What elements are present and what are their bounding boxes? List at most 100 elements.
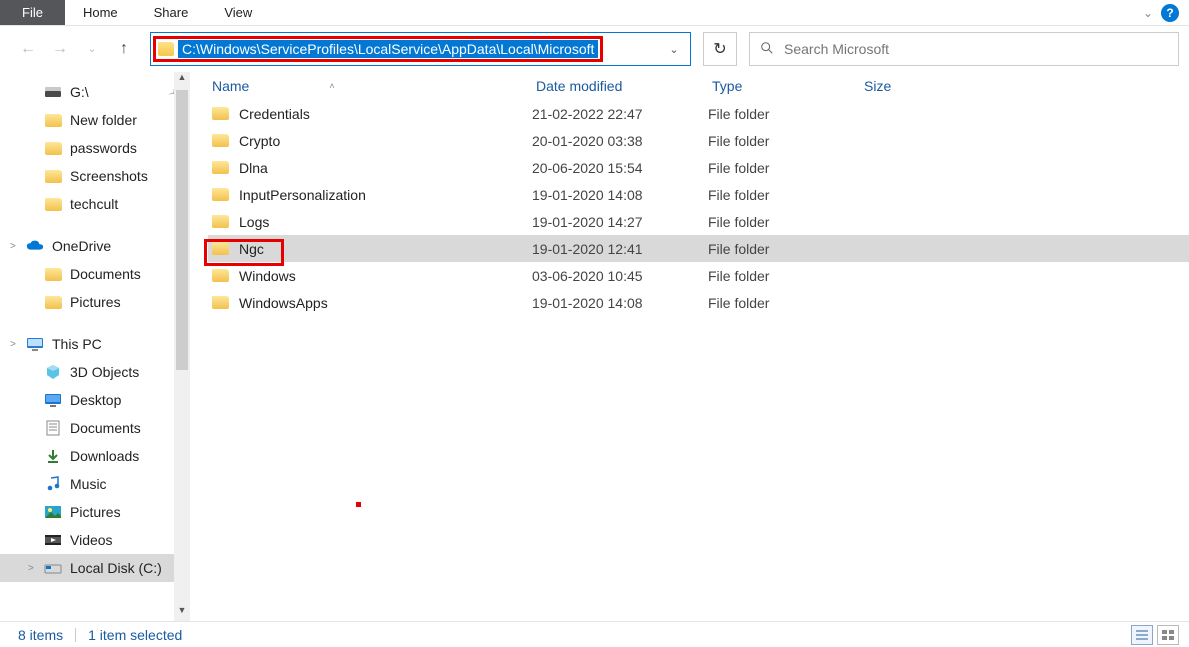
tree-item-label: Documents: [70, 420, 141, 436]
tree-item-od-documents[interactable]: Documents: [0, 260, 190, 288]
folder-icon: [212, 269, 229, 282]
column-type[interactable]: Type: [712, 72, 864, 100]
view-details-button[interactable]: [1131, 625, 1153, 645]
tree-item-onedrive[interactable]: > OneDrive: [0, 232, 190, 260]
column-date[interactable]: Date modified: [536, 72, 712, 100]
file-row[interactable]: Dlna20-06-2020 15:54File folder: [208, 154, 1189, 181]
column-size[interactable]: Size: [864, 72, 957, 100]
file-list-pane[interactable]: Name ˄ Date modified Type Size Credentia…: [190, 72, 1189, 621]
file-date-label: 19-01-2020 14:08: [532, 295, 708, 311]
file-row[interactable]: Ngc19-01-2020 12:41File folder: [208, 235, 1189, 262]
column-headers[interactable]: Name ˄ Date modified Type Size: [190, 72, 1189, 100]
file-name-label: Ngc: [239, 241, 264, 257]
view-largeicons-button[interactable]: [1157, 625, 1179, 645]
tree-item-documents[interactable]: Documents: [0, 414, 190, 442]
address-highlight-annotation: C:\Windows\ServiceProfiles\LocalService\…: [153, 36, 603, 62]
tree-item-music[interactable]: Music: [0, 470, 190, 498]
file-row-name-cell: Dlna: [208, 160, 532, 176]
desktop-icon: [44, 392, 62, 408]
file-row[interactable]: Credentials21-02-2022 22:47File folder: [208, 100, 1189, 127]
tree-item-passwords[interactable]: passwords: [0, 134, 190, 162]
tree-item-desktop[interactable]: Desktop: [0, 386, 190, 414]
tree-item-videos[interactable]: Videos: [0, 526, 190, 554]
status-separator: [75, 628, 76, 642]
drive-icon: [44, 84, 62, 100]
navigation-tree[interactable]: G:\ 📌 New folder passwords Screenshots t…: [0, 72, 190, 621]
nav-forward-button[interactable]: →: [46, 35, 74, 63]
file-type-label: File folder: [708, 160, 860, 176]
tree-item-label: Videos: [70, 532, 113, 548]
chevron-right-icon[interactable]: >: [10, 339, 16, 350]
tree-item-g-drive[interactable]: G:\ 📌: [0, 78, 190, 106]
search-icon: [760, 41, 774, 58]
search-box[interactable]: [749, 32, 1179, 66]
refresh-button[interactable]: ↻: [703, 32, 737, 66]
tree-item-thispc[interactable]: > This PC: [0, 330, 190, 358]
localdisk-icon: [44, 560, 62, 576]
file-row-name-cell: InputPersonalization: [208, 187, 532, 203]
chevron-right-icon[interactable]: >: [28, 563, 34, 574]
ribbon-file-tab[interactable]: File: [0, 0, 65, 25]
file-type-label: File folder: [708, 214, 860, 230]
tree-item-label: Downloads: [70, 448, 139, 464]
status-selection: 1 item selected: [88, 627, 182, 643]
scroll-down-icon[interactable]: ▼: [174, 605, 190, 621]
onedrive-icon: [26, 238, 44, 254]
file-row-name-cell: Ngc: [208, 241, 532, 257]
nav-recent-dropdown[interactable]: ⌄: [78, 35, 106, 63]
address-folder-icon: [158, 42, 174, 56]
file-name-label: Logs: [239, 214, 269, 230]
tree-item-newfolder[interactable]: New folder: [0, 106, 190, 134]
file-name-label: InputPersonalization: [239, 187, 366, 203]
file-row[interactable]: Windows03-06-2020 10:45File folder: [208, 262, 1189, 289]
tree-item-label: Desktop: [70, 392, 121, 408]
file-type-label: File folder: [708, 295, 860, 311]
tree-item-label: Pictures: [70, 294, 121, 310]
file-name-label: Crypto: [239, 133, 280, 149]
folder-icon: [44, 196, 62, 212]
tree-item-od-pictures[interactable]: Pictures: [0, 288, 190, 316]
ribbon-expand-icon[interactable]: ⌄: [1143, 6, 1153, 20]
scroll-up-icon[interactable]: ▲: [174, 72, 190, 88]
videos-icon: [44, 532, 62, 548]
tree-item-screenshots[interactable]: Screenshots: [0, 162, 190, 190]
help-icon[interactable]: ?: [1161, 4, 1179, 22]
column-name[interactable]: Name ˄: [212, 72, 536, 100]
file-date-label: 19-01-2020 14:27: [532, 214, 708, 230]
tree-item-label: New folder: [70, 112, 137, 128]
nav-up-button[interactable]: ↑: [110, 35, 138, 63]
folder-icon: [44, 140, 62, 156]
tree-item-label: Music: [70, 476, 107, 492]
ribbon-tab-view[interactable]: View: [206, 0, 270, 25]
tree-item-3dobjects[interactable]: 3D Objects: [0, 358, 190, 386]
nav-back-button[interactable]: ←: [14, 35, 42, 63]
file-row[interactable]: InputPersonalization19-01-2020 14:08File…: [208, 181, 1189, 208]
file-date-label: 20-01-2020 03:38: [532, 133, 708, 149]
tree-item-localdisk-c[interactable]: > Local Disk (C:): [0, 554, 190, 582]
documents-icon: [44, 420, 62, 436]
chevron-right-icon[interactable]: >: [10, 241, 16, 252]
file-date-label: 03-06-2020 10:45: [532, 268, 708, 284]
file-row-name-cell: Credentials: [208, 106, 532, 122]
file-row[interactable]: Crypto20-01-2020 03:38File folder: [208, 127, 1189, 154]
tree-item-pictures[interactable]: Pictures: [0, 498, 190, 526]
3dobjects-icon: [44, 364, 62, 380]
thispc-icon: [26, 336, 44, 352]
file-row[interactable]: Logs 19-01-2020 14:27File folder: [208, 208, 1189, 235]
address-path[interactable]: C:\Windows\ServiceProfiles\LocalService\…: [178, 40, 598, 58]
folder-icon: [44, 266, 62, 282]
tree-item-label: OneDrive: [52, 238, 111, 254]
search-input[interactable]: [784, 41, 1168, 57]
tree-scrollbar[interactable]: ▲ ▼: [174, 72, 190, 621]
address-history-dropdown[interactable]: ⌄: [658, 43, 690, 56]
address-bar[interactable]: C:\Windows\ServiceProfiles\LocalService\…: [150, 32, 691, 66]
column-name-label: Name: [212, 78, 249, 94]
tree-item-downloads[interactable]: Downloads: [0, 442, 190, 470]
tree-item-techcult[interactable]: techcult: [0, 190, 190, 218]
ribbon-tab-home[interactable]: Home: [65, 0, 136, 25]
scrollbar-thumb[interactable]: [176, 90, 188, 370]
file-row[interactable]: WindowsApps19-01-2020 14:08File folder: [208, 289, 1189, 316]
file-type-label: File folder: [708, 241, 860, 257]
tree-item-label: This PC: [52, 336, 102, 352]
ribbon-tab-share[interactable]: Share: [136, 0, 207, 25]
